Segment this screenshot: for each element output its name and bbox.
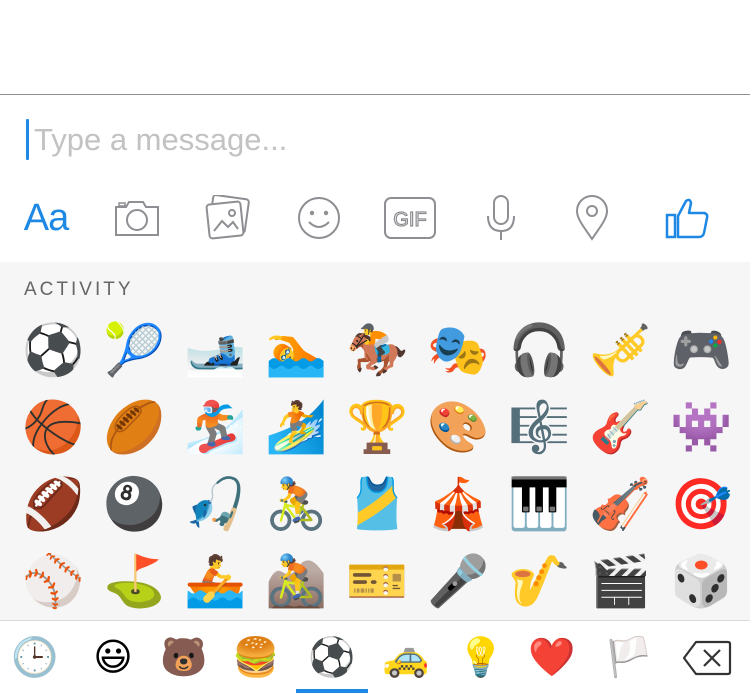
emoji-button[interactable]: 🚵 bbox=[265, 551, 325, 611]
gif-label: GIF bbox=[393, 209, 426, 231]
emoji-button[interactable]: 🎻 bbox=[589, 474, 649, 534]
emoji-button[interactable]: 🎪 bbox=[427, 474, 487, 534]
microphone-button[interactable] bbox=[473, 191, 529, 245]
emoji-button[interactable]: 🎸 bbox=[589, 397, 649, 457]
backspace-icon[interactable] bbox=[682, 640, 732, 676]
emoji-button[interactable]: 🚣 bbox=[184, 551, 244, 611]
emoji-button[interactable]: 🎺 bbox=[589, 320, 649, 380]
emoji-button[interactable]: 🎹 bbox=[508, 474, 568, 534]
emoji-button[interactable]: 🎯 bbox=[670, 474, 730, 534]
sticker-icon bbox=[298, 197, 340, 239]
text-cursor bbox=[26, 119, 29, 160]
gallery-icon bbox=[205, 195, 250, 240]
emoji-button[interactable]: 🎿 bbox=[184, 320, 244, 380]
emoji-button[interactable]: 🎬 bbox=[589, 551, 649, 611]
emoji-button[interactable]: 🏀 bbox=[22, 397, 82, 457]
category-tab-symbols[interactable]: ❤️ bbox=[527, 632, 577, 682]
category-tab-smileys[interactable]: 😃 bbox=[88, 632, 138, 682]
category-tab-food[interactable]: 🍔 bbox=[231, 632, 281, 682]
emoji-button[interactable]: 🚴 bbox=[265, 474, 325, 534]
emoji-button[interactable]: 🎫 bbox=[346, 551, 406, 611]
location-icon bbox=[575, 195, 609, 241]
emoji-button[interactable]: 🎨 bbox=[427, 397, 487, 457]
text-button[interactable]: Aa bbox=[18, 191, 74, 245]
camera-icon bbox=[115, 201, 159, 236]
emoji-button[interactable]: 🎷 bbox=[508, 551, 568, 611]
conversation-area bbox=[0, 0, 750, 94]
emoji-button[interactable]: 🎾 bbox=[103, 320, 163, 380]
category-tab-animals[interactable]: 🐻 bbox=[159, 632, 209, 682]
emoji-button[interactable]: ⚽ bbox=[22, 320, 82, 380]
gallery-button[interactable] bbox=[200, 191, 256, 245]
emoji-button[interactable]: 👾 bbox=[670, 397, 730, 457]
emoji-button[interactable]: 🎭 bbox=[427, 320, 487, 380]
emoji-button[interactable]: 🎲 bbox=[670, 551, 730, 611]
text-icon: Aa bbox=[23, 196, 69, 239]
section-title: ACTIVITY bbox=[24, 279, 134, 300]
emoji-button[interactable]: 🎤 bbox=[427, 551, 487, 611]
emoji-button[interactable]: 🎽 bbox=[346, 474, 406, 534]
like-button[interactable] bbox=[659, 191, 715, 245]
emoji-button[interactable]: 🏉 bbox=[103, 397, 163, 457]
location-button[interactable] bbox=[564, 191, 620, 245]
selected-category-indicator bbox=[296, 689, 368, 693]
thumbs-up-icon bbox=[665, 198, 709, 239]
category-tab-flags[interactable]: 🏳️ bbox=[604, 632, 654, 682]
category-tab-travel[interactable]: 🚕 bbox=[381, 632, 431, 682]
emoji-button[interactable]: 🎼 bbox=[508, 397, 568, 457]
emoji-button[interactable]: 🏂 bbox=[184, 397, 244, 457]
emoji-button[interactable]: 🏆 bbox=[346, 397, 406, 457]
category-tab-recent[interactable]: 🕒 bbox=[10, 632, 60, 682]
emoji-button[interactable]: ⛳ bbox=[103, 551, 163, 611]
gif-button[interactable]: GIF bbox=[382, 191, 438, 245]
emoji-button[interactable]: 🎣 bbox=[184, 474, 244, 534]
microphone-icon bbox=[487, 195, 515, 240]
camera-button[interactable] bbox=[109, 191, 165, 245]
emoji-button[interactable]: 🏈 bbox=[22, 474, 82, 534]
message-input[interactable] bbox=[34, 116, 634, 164]
emoji-button[interactable]: ⚾ bbox=[22, 551, 82, 611]
emoji-button[interactable]: 🎱 bbox=[103, 474, 163, 534]
emoji-button[interactable]: 🎧 bbox=[508, 320, 568, 380]
category-tab-activity[interactable]: ⚽ bbox=[307, 632, 357, 682]
category-tab-objects[interactable]: 💡 bbox=[456, 632, 506, 682]
emoji-button[interactable]: 🏇 bbox=[346, 320, 406, 380]
emoji-button[interactable]: 🏊 bbox=[265, 320, 325, 380]
sticker-button[interactable] bbox=[291, 191, 347, 245]
emoji-button[interactable]: 🏄 bbox=[265, 397, 325, 457]
emoji-button[interactable]: 🎮 bbox=[670, 320, 730, 380]
gif-icon: GIF bbox=[384, 197, 436, 239]
